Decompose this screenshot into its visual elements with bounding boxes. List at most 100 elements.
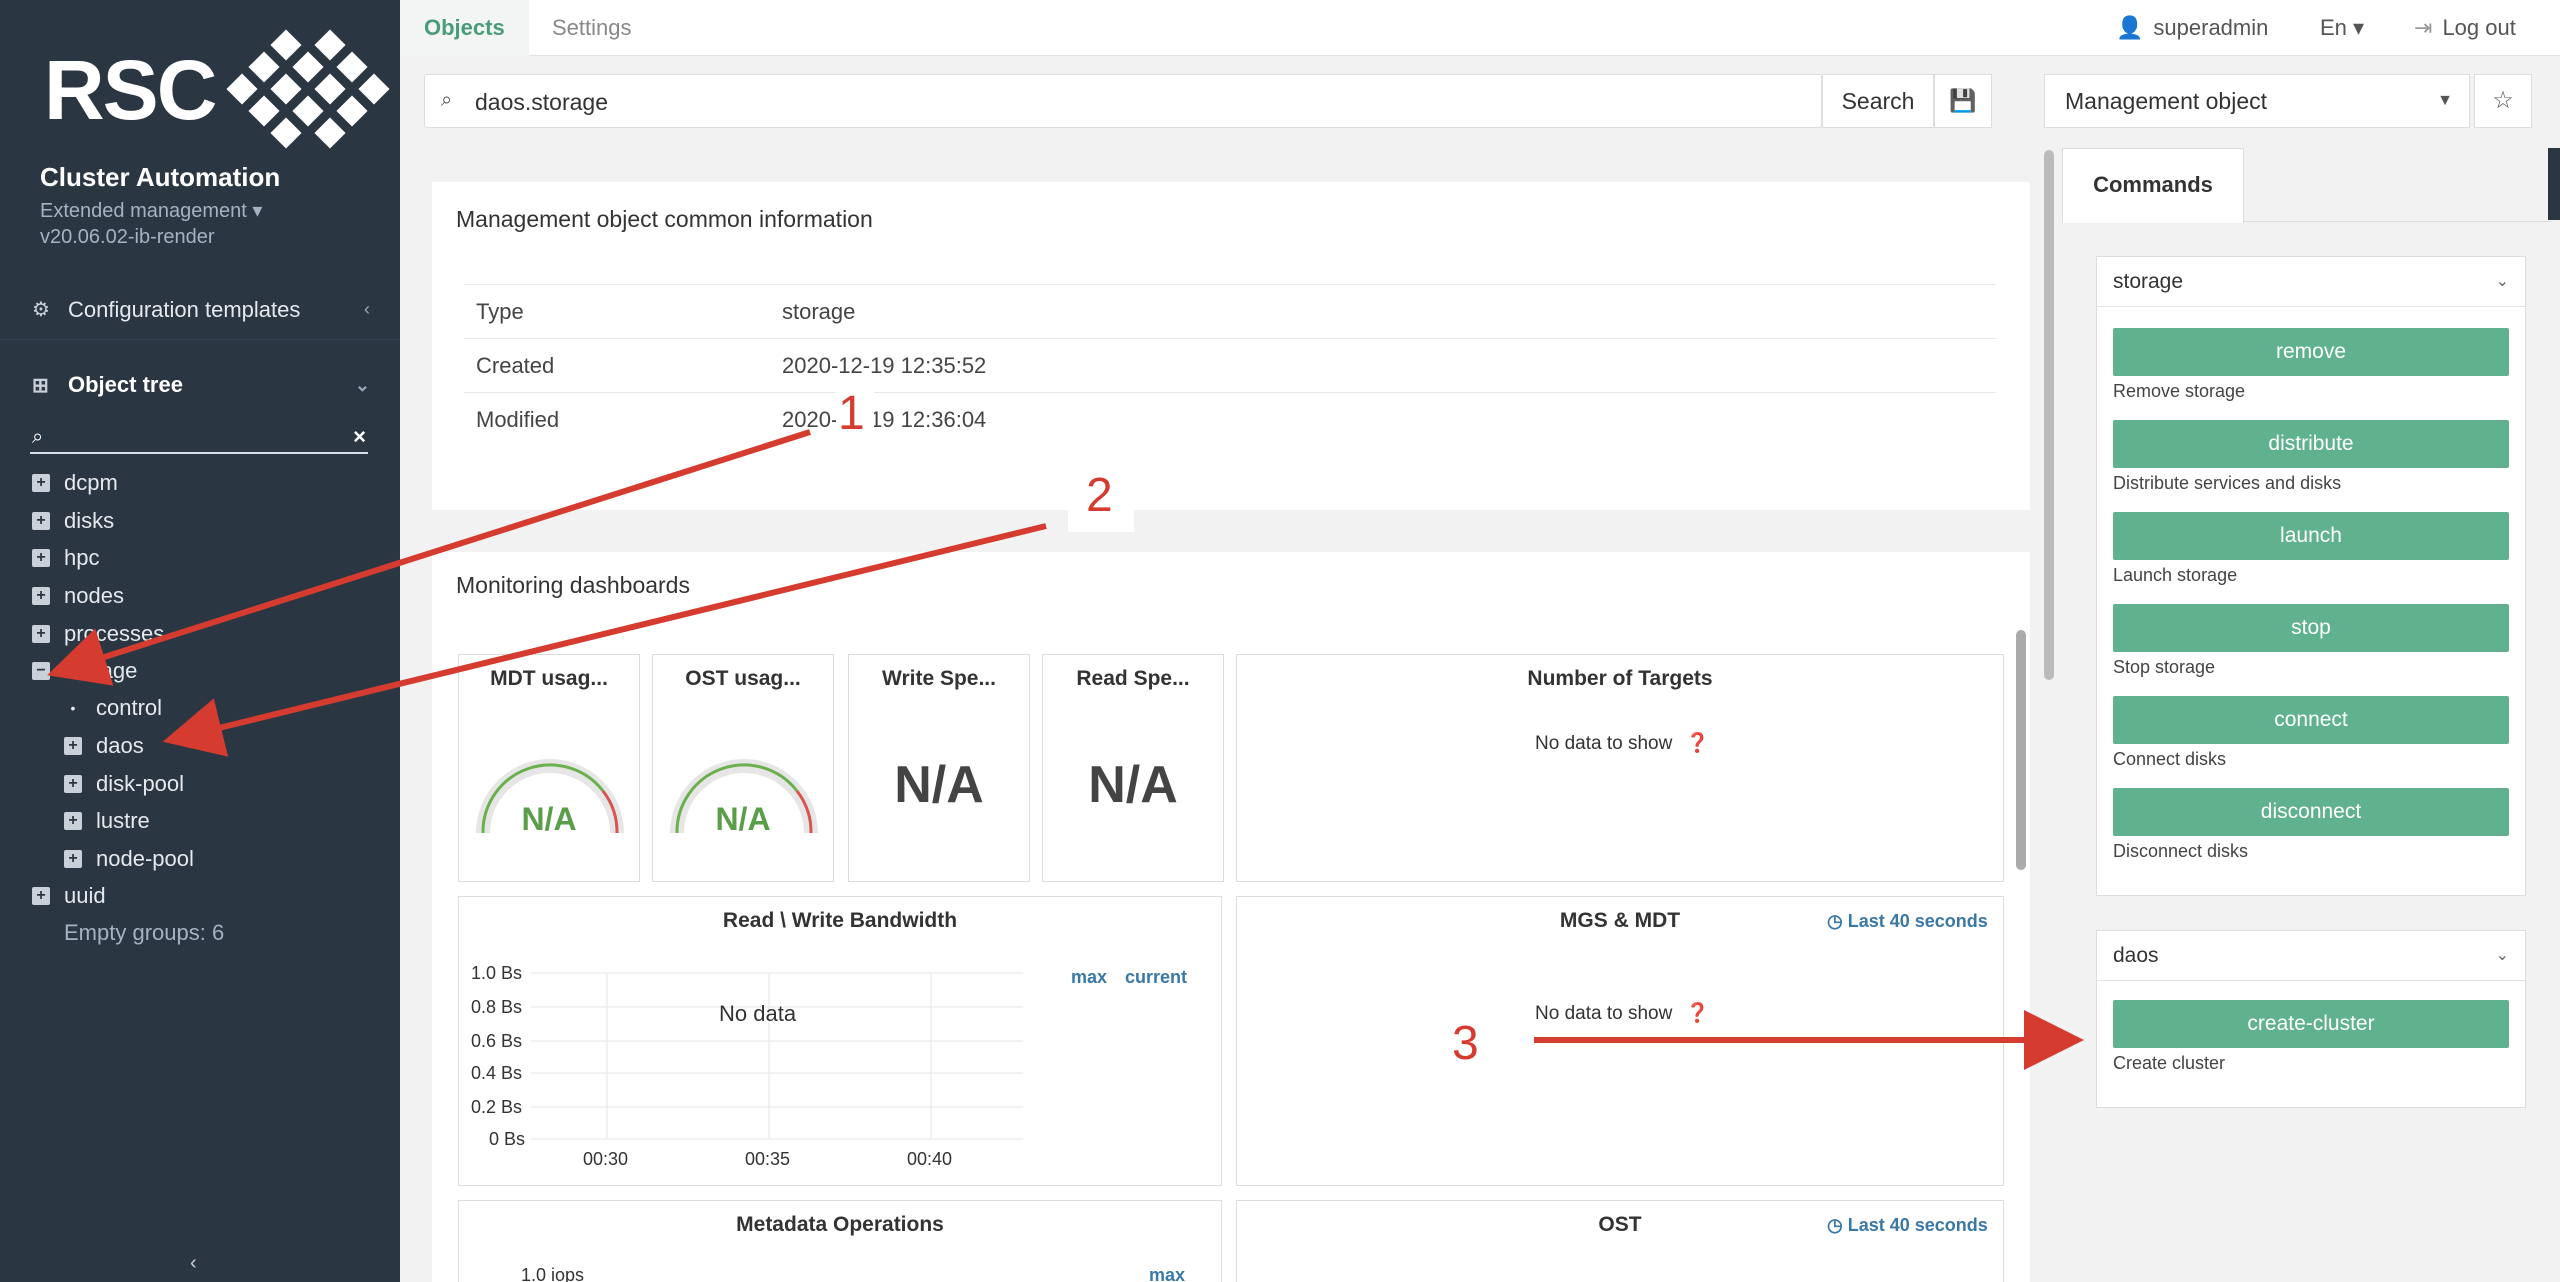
user-menu[interactable]: 👤superadmin	[2116, 0, 2268, 56]
expand-icon[interactable]: +	[64, 737, 82, 755]
tree-item-label: node-pool	[96, 846, 194, 872]
tree-item-hpc[interactable]: +hpc	[32, 543, 99, 573]
command-description: Disconnect disks	[2113, 841, 2248, 862]
table-row: Modified 2020-12-19 12:36:04	[464, 392, 1996, 446]
card-title: Write Spe...	[849, 667, 1029, 691]
tree-item-nodes[interactable]: +nodes	[32, 581, 124, 611]
expand-icon[interactable]: +	[64, 812, 82, 830]
group-header[interactable]: daos⌄	[2097, 931, 2525, 981]
tree-item-lustre[interactable]: + lustre	[64, 806, 150, 836]
legend-current[interactable]: current	[1125, 967, 1187, 988]
expand-icon[interactable]: +	[32, 549, 50, 567]
disconnect-button[interactable]: disconnect	[2113, 788, 2509, 836]
ost-gauge-value: N/A	[653, 801, 833, 838]
group-title: storage	[2113, 270, 2183, 293]
group-header[interactable]: storage ⌄	[2097, 257, 2525, 307]
collapse-icon[interactable]: −	[32, 662, 50, 680]
create-cluster-button[interactable]: create-cluster	[2113, 1000, 2509, 1048]
command-description: Remove storage	[2113, 381, 2245, 402]
tree-item-node-pool[interactable]: + node-pool	[64, 844, 194, 874]
tree-item-label: disks	[64, 508, 114, 534]
expand-icon[interactable]: +	[64, 775, 82, 793]
clock-icon: ◷	[1827, 1215, 1843, 1235]
sidebar-configuration-templates[interactable]: ⚙ Configuration templates ‹	[0, 280, 400, 340]
launch-button[interactable]: launch	[2113, 512, 2509, 560]
clear-icon[interactable]: ×	[353, 424, 366, 450]
expand-icon[interactable]: +	[64, 850, 82, 868]
no-data-label: No data	[719, 1001, 796, 1027]
tree-item-daos[interactable]: +daos	[64, 731, 144, 761]
monitoring-scrollbar[interactable]	[2016, 630, 2026, 870]
bullet-icon: •	[64, 700, 82, 716]
expand-icon[interactable]: +	[32, 587, 50, 605]
metadata-operations-card: Metadata Operations 1.0 iops max	[458, 1200, 1222, 1282]
tab-objects[interactable]: Objects	[400, 0, 529, 56]
connect-button[interactable]: connect	[2113, 696, 2509, 744]
stop-button[interactable]: stop	[2113, 604, 2509, 652]
x-tick: 00:40	[907, 1149, 952, 1170]
expand-icon[interactable]: +	[32, 625, 50, 643]
row-key: Modified	[476, 407, 559, 433]
object-search-input[interactable]: ⌕ daos.storage	[424, 74, 1822, 128]
no-data-message: No data to show ❓	[1535, 731, 1709, 755]
user-icon: 👤	[2116, 15, 2143, 40]
tree-item-label: processes	[64, 621, 164, 647]
panel-toggle-handle[interactable]	[2548, 148, 2560, 220]
legend-max[interactable]: max	[1149, 1265, 1185, 1282]
write-speed-card: Write Spe... N/A	[848, 654, 1030, 882]
favorite-button[interactable]: ☆	[2474, 74, 2532, 128]
tab-settings[interactable]: Settings	[528, 0, 656, 56]
y-tick: 0.2 Bs	[471, 1097, 522, 1118]
expand-icon[interactable]: +	[32, 887, 50, 905]
language-dropdown[interactable]: En ▾	[2320, 0, 2364, 56]
no-data-message: No data to show ❓	[1535, 1001, 1709, 1025]
expand-icon[interactable]: +	[32, 474, 50, 492]
search-icon: ⌕	[32, 426, 43, 449]
tree-item-uuid[interactable]: + uuid	[32, 881, 106, 911]
card-title: Metadata Operations	[459, 1213, 1221, 1237]
card-title: MDT usag...	[459, 667, 639, 691]
sidebar-collapse-icon[interactable]: ‹	[190, 1252, 197, 1275]
help-icon[interactable]: ❓	[1686, 733, 1710, 754]
tree-item-dcpm[interactable]: +dcpm	[32, 468, 118, 498]
sidebar-object-tree[interactable]: ⊞ Object tree ⌄	[0, 355, 400, 415]
mdt-gauge-value: N/A	[459, 801, 639, 838]
save-search-button[interactable]: 💾	[1934, 74, 1992, 128]
group-title: daos	[2113, 944, 2159, 967]
time-range-label[interactable]: ◷ Last 40 seconds	[1827, 911, 1988, 932]
row-value: 2020-12-19 12:36:04	[782, 407, 986, 433]
command-description: Launch storage	[2113, 565, 2237, 586]
read-speed-card: Read Spe... N/A	[1042, 654, 1224, 882]
help-icon[interactable]: ❓	[1686, 1003, 1710, 1024]
monitoring-title: Monitoring dashboards	[456, 572, 690, 599]
remove-button[interactable]: remove	[2113, 328, 2509, 376]
distribute-button[interactable]: distribute	[2113, 420, 2509, 468]
main-scrollbar[interactable]	[2044, 150, 2054, 680]
chevron-down-icon: ⌄	[355, 375, 370, 396]
tree-item-control[interactable]: •control	[64, 693, 162, 723]
search-button[interactable]: Search	[1822, 74, 1934, 128]
tree-item-disk-pool[interactable]: + disk-pool	[64, 769, 184, 799]
logout-button[interactable]: ⇥Log out	[2414, 0, 2516, 56]
tree-item-label: lustre	[96, 808, 150, 834]
tree-item-storage[interactable]: −storage	[32, 656, 137, 686]
logo-text: RSC	[44, 42, 215, 139]
annotation-number-3: 3	[1452, 1016, 1479, 1071]
expand-icon[interactable]: +	[32, 512, 50, 530]
chevron-down-icon: ⌄	[2496, 257, 2509, 307]
tree-item-processes[interactable]: + processes	[32, 619, 164, 649]
tree-item-label: disk-pool	[96, 771, 184, 797]
top-nav: Objects Settings 👤superadmin En ▾ ⇥Log o…	[400, 0, 2560, 56]
extended-management-dropdown[interactable]: Extended management ▾	[40, 198, 262, 223]
tab-commands[interactable]: Commands	[2062, 148, 2244, 223]
tree-item-label: uuid	[64, 883, 106, 909]
time-range-label[interactable]: ◷ Last 40 seconds	[1827, 1215, 1988, 1236]
management-object-select[interactable]: Management object ▼	[2044, 74, 2470, 128]
tree-search-input[interactable]: ⌕ ×	[30, 422, 368, 454]
legend-max[interactable]: max	[1071, 967, 1107, 988]
ost-card: OST ◷ Last 40 seconds	[1236, 1200, 2004, 1282]
bandwidth-chart	[459, 897, 1223, 1187]
card-title: Number of Targets	[1237, 667, 2003, 691]
tree-item-disks[interactable]: + disks	[32, 506, 114, 536]
info-table: Typestorage Created2020-12-19 12:35:52 M…	[464, 284, 1996, 446]
